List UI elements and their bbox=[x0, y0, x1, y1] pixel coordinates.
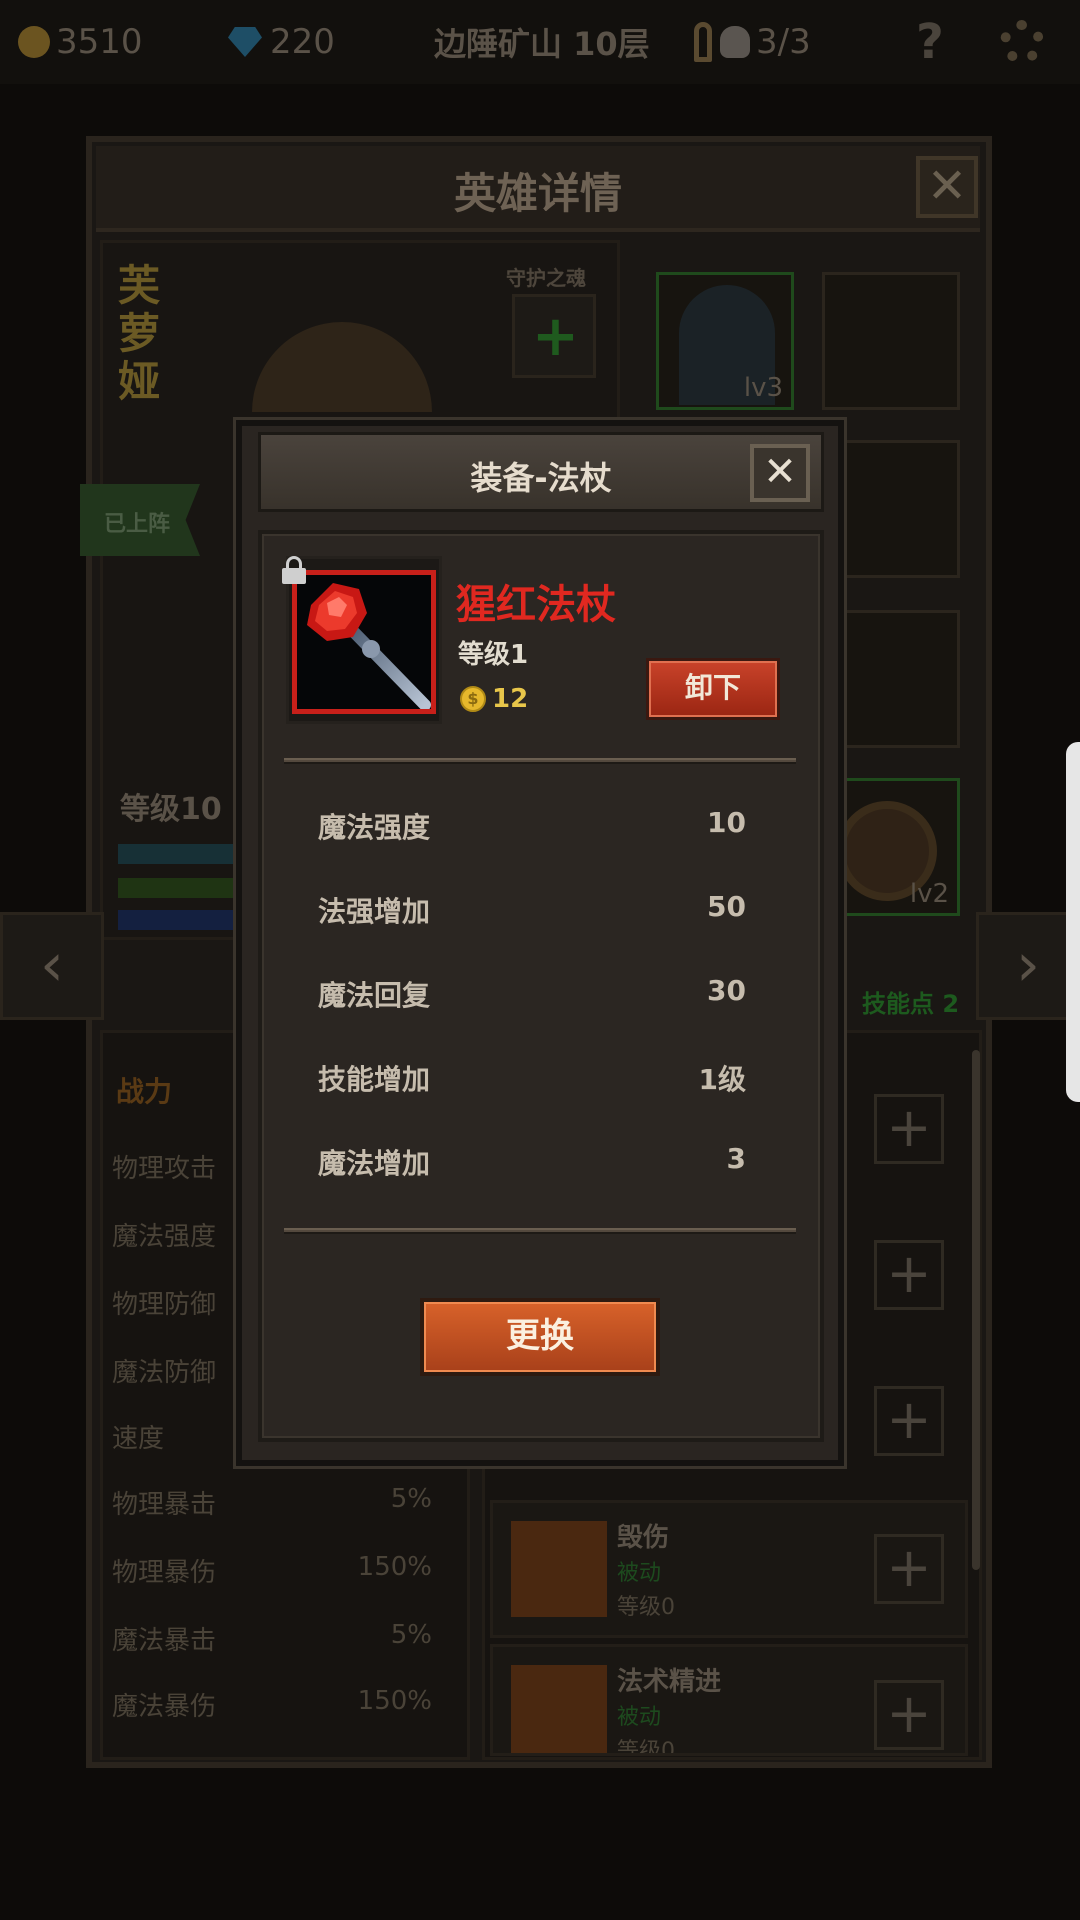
equipment-slot-hood[interactable]: lv3 bbox=[656, 272, 794, 410]
equipment-modal-title: 装备-法杖 bbox=[470, 459, 612, 497]
hero-detail-header: 英雄详情 bbox=[96, 146, 980, 232]
gold-amount: 3510 bbox=[56, 22, 143, 62]
stat-value: 150% bbox=[357, 1552, 432, 1582]
stat-label: 魔法防御 bbox=[112, 1358, 217, 1388]
attribute-name: 魔法强度 bbox=[318, 811, 431, 844]
stat-label: 魔法暴伤 bbox=[112, 1692, 217, 1722]
item-level: 等级1 bbox=[458, 640, 529, 670]
next-hero-button[interactable]: › bbox=[976, 912, 1080, 1020]
close-icon: ✕ bbox=[763, 449, 797, 495]
attribute-value: 3 bbox=[726, 1142, 746, 1175]
equipment-level: lv3 bbox=[743, 373, 783, 403]
dungeon-ratio: 3/3 bbox=[756, 22, 811, 62]
attribute-name: 魔法增加 bbox=[318, 1147, 431, 1180]
hero-detail-close-button[interactable]: ✕ bbox=[916, 156, 978, 218]
skill-name: 毁伤 bbox=[617, 1523, 670, 1553]
skills-scrollbar[interactable] bbox=[972, 1050, 980, 1570]
skill-icon bbox=[511, 1665, 607, 1753]
gold-coin-icon: $ bbox=[460, 686, 486, 712]
stat-label: 魔法强度 bbox=[112, 1222, 217, 1252]
stat-row: 物理暴伤 150% bbox=[112, 1552, 432, 1589]
equipment-slot-empty[interactable] bbox=[822, 272, 960, 410]
key-icon bbox=[694, 22, 712, 62]
attribute-value: 50 bbox=[707, 890, 746, 923]
equipment-level: lv2 bbox=[909, 879, 949, 909]
crimson-staff-icon bbox=[307, 583, 431, 709]
chevron-right-icon: › bbox=[1016, 930, 1040, 1000]
gold-counter: 3510 bbox=[18, 18, 143, 66]
settings-button[interactable] bbox=[1000, 18, 1044, 66]
attribute-value: 30 bbox=[707, 974, 746, 1007]
hero-name: 芙萝娅 bbox=[118, 261, 161, 406]
stat-value: 5% bbox=[390, 1620, 432, 1650]
skull-icon bbox=[720, 26, 750, 58]
stat-label: 物理暴伤 bbox=[112, 1558, 217, 1588]
change-equipment-button[interactable]: 更换 bbox=[420, 1298, 660, 1376]
stat-row: 魔法暴伤 150% bbox=[112, 1686, 432, 1723]
mana-bar bbox=[118, 910, 238, 930]
skill-upgrade-button[interactable]: + bbox=[874, 1094, 944, 1164]
hp-bar bbox=[118, 844, 238, 864]
hero-level: 等级10 bbox=[120, 792, 222, 827]
help-icon: ? bbox=[916, 14, 944, 70]
attribute-name: 魔法回复 bbox=[318, 979, 431, 1012]
hero-detail-title: 英雄详情 bbox=[453, 169, 622, 218]
modal-close-button[interactable]: ✕ bbox=[750, 444, 810, 502]
stat-label: 物理防御 bbox=[112, 1290, 217, 1320]
skill-upgrade-button[interactable]: + bbox=[874, 1680, 944, 1750]
skill-name: 法术精进 bbox=[617, 1667, 722, 1697]
gem-amount: 220 bbox=[270, 22, 335, 62]
gem-counter: 220 bbox=[228, 18, 335, 66]
equipment-modal-header: 装备-法杖 bbox=[258, 432, 824, 512]
item-icon bbox=[292, 570, 436, 714]
attribute-name: 法强增加 bbox=[318, 895, 431, 928]
stat-label: 物理攻击 bbox=[112, 1154, 217, 1184]
item-price: 12 bbox=[492, 684, 529, 714]
unequip-button[interactable]: 卸下 bbox=[646, 658, 780, 720]
stat-label: 物理暴击 bbox=[112, 1490, 217, 1520]
attribute-value: 1级 bbox=[698, 1063, 746, 1096]
stat-label: 速度 bbox=[112, 1424, 165, 1454]
skill-upgrade-button[interactable]: + bbox=[874, 1534, 944, 1604]
guard-soul-label: 守护之魂 bbox=[506, 266, 586, 290]
lock-icon[interactable] bbox=[282, 556, 306, 586]
on-team-label: 已上阵 bbox=[104, 512, 171, 537]
exp-bar bbox=[118, 878, 238, 898]
location-label: 边陲矿山 10层 bbox=[434, 25, 650, 63]
stat-row: 物理暴击 5% bbox=[112, 1484, 432, 1521]
edge-panel-handle[interactable] bbox=[1066, 742, 1080, 1102]
gold-coin-icon bbox=[18, 26, 50, 58]
on-team-badge: 已上阵 bbox=[80, 484, 200, 556]
skill-upgrade-button[interactable]: + bbox=[874, 1386, 944, 1456]
gem-icon bbox=[228, 27, 262, 57]
skill-type: 被动 bbox=[617, 1561, 662, 1586]
stats-header: 战力 bbox=[116, 1075, 173, 1108]
skill-type: 被动 bbox=[617, 1705, 662, 1730]
skill-upgrade-button[interactable]: + bbox=[874, 1240, 944, 1310]
stat-value: 5% bbox=[390, 1484, 432, 1514]
divider bbox=[284, 1228, 796, 1234]
attribute-value: 10 bbox=[707, 806, 746, 839]
gear-icon bbox=[1000, 20, 1044, 64]
plus-icon: + bbox=[532, 304, 579, 369]
stat-label: 魔法暴击 bbox=[112, 1626, 217, 1656]
help-button[interactable]: ? bbox=[916, 14, 944, 70]
skill-level: 等级0 bbox=[617, 1595, 675, 1620]
divider bbox=[284, 758, 796, 764]
attribute-name: 技能增加 bbox=[318, 1063, 431, 1096]
stat-row: 魔法暴击 5% bbox=[112, 1620, 432, 1657]
chevron-left-icon: ‹ bbox=[40, 930, 64, 1000]
skill-icon bbox=[511, 1521, 607, 1617]
prev-hero-button[interactable]: ‹ bbox=[0, 912, 104, 1020]
item-name: 猩红法杖 bbox=[456, 582, 616, 628]
stat-value: 150% bbox=[357, 1686, 432, 1716]
skill-points: 技能点 2 bbox=[862, 990, 960, 1018]
dungeon-counter: 3/3 bbox=[694, 18, 811, 66]
skill-level: 等级0 bbox=[617, 1739, 675, 1756]
top-bar: 3510 220 边陲矿山 10层 3/3 ? bbox=[0, 0, 1080, 84]
